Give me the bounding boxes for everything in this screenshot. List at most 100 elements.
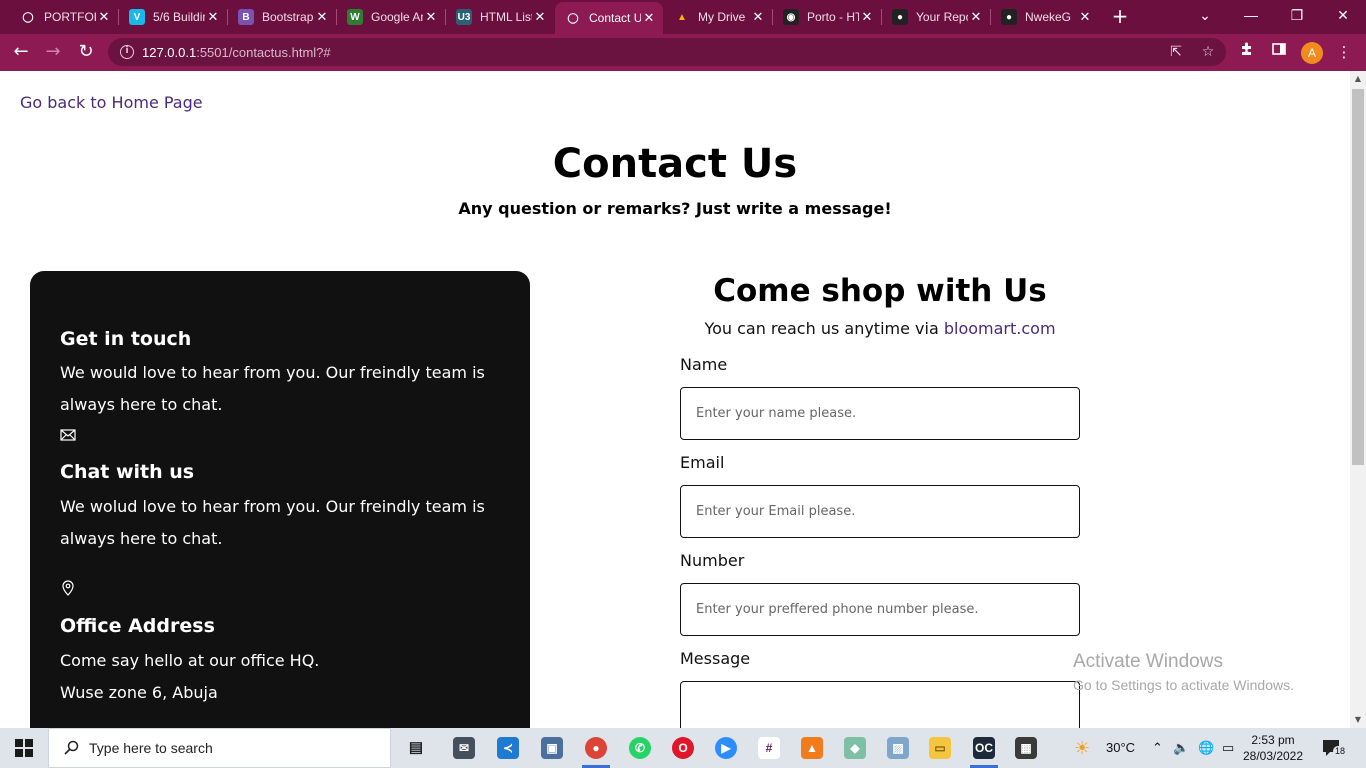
tab-close-icon[interactable]: ✕: [532, 9, 548, 25]
browser-tab[interactable]: ◯ PORTFOLIO✕: [10, 5, 118, 29]
browser-tab[interactable]: U3 HTML Lists✕: [446, 5, 554, 29]
battery-icon[interactable]: ▭: [1222, 728, 1234, 768]
menu-kebab-icon[interactable]: ⋮: [1333, 41, 1355, 63]
tab-close-icon[interactable]: ✕: [423, 9, 439, 25]
maximize-button[interactable]: ❐: [1274, 0, 1320, 30]
bookmark-star-icon[interactable]: ☆: [1197, 41, 1219, 63]
side-panel-icon[interactable]: [1268, 41, 1290, 63]
envelope-icon: [60, 429, 76, 441]
tab-close-icon[interactable]: ✕: [1077, 9, 1093, 25]
notification-center-button[interactable]: 18: [1322, 738, 1348, 758]
tray-chevron-up-icon[interactable]: ⌃: [1152, 728, 1163, 768]
whatsapp-app-button[interactable]: ✆: [622, 732, 658, 764]
tab-title: PORTFOLIO: [44, 10, 96, 24]
chat-heading: Chat with us: [60, 461, 195, 483]
language-globe-icon[interactable]: 🌐: [1198, 728, 1214, 768]
scrollbar-thumb[interactable]: [1352, 89, 1364, 465]
tab-close-icon[interactable]: ✕: [314, 9, 330, 25]
tab-close-icon[interactable]: ✕: [96, 9, 112, 25]
vscode-app-button[interactable]: ≺: [490, 732, 526, 764]
slack-app-button[interactable]: #: [751, 732, 787, 764]
file-explorer-button[interactable]: ▭: [922, 732, 958, 764]
bootstrap-icon: B: [238, 9, 254, 25]
tab-close-icon[interactable]: ✕: [205, 9, 221, 25]
task-view-button[interactable]: ▤: [398, 732, 434, 764]
number-label: Number: [680, 551, 745, 570]
reload-icon[interactable]: ↻: [73, 40, 99, 66]
number-input[interactable]: [680, 583, 1080, 636]
vlc-app-button[interactable]: ▲: [794, 732, 830, 764]
u3-icon: U3: [456, 9, 472, 25]
forward-arrow-icon[interactable]: →: [40, 40, 66, 66]
speaker-icon[interactable]: 🔈: [1173, 728, 1189, 768]
slack-icon: #: [758, 737, 780, 759]
tab-title: Google Analytics: [371, 10, 423, 24]
chrome-app-button[interactable]: ●: [578, 732, 614, 768]
tab-close-icon[interactable]: ✕: [968, 9, 984, 25]
calculator-app-button[interactable]: ▦: [1008, 732, 1044, 764]
tab-title: Bootstrap: [262, 10, 314, 24]
email-input[interactable]: [680, 485, 1080, 538]
office-address-heading: Office Address: [60, 615, 215, 637]
drive-icon: ▲: [677, 11, 687, 23]
address-bar[interactable]: i 127.0.0.1:5501/contactus.html?#: [108, 38, 1226, 66]
page-title: Contact Us: [552, 141, 798, 187]
browser-tab[interactable]: ● Your Repositories✕: [882, 5, 990, 29]
browser-tab[interactable]: B Bootstrap ✕: [228, 5, 336, 29]
site-info-icon[interactable]: i: [120, 45, 134, 59]
browser-tab[interactable]: V 5/6 Building✕: [119, 5, 227, 29]
calculator-icon: ▦: [1015, 737, 1037, 759]
profile-avatar[interactable]: A: [1301, 42, 1323, 64]
share-icon[interactable]: ⇱: [1165, 41, 1187, 63]
browser-tab[interactable]: ◯ Contact Us✕: [555, 2, 663, 34]
search-icon: [64, 740, 79, 755]
mail-app-button[interactable]: ✉: [446, 732, 482, 764]
message-label: Message: [680, 649, 751, 668]
message-textarea[interactable]: [680, 681, 1080, 728]
app-window-button[interactable]: ▨: [880, 732, 916, 764]
back-arrow-icon[interactable]: ←: [8, 40, 34, 66]
gitkraken-app-button[interactable]: ◆: [837, 732, 873, 764]
window-app-icon: ▨: [887, 737, 909, 759]
get-in-touch-text: We would love to hear from you. Our frei…: [60, 363, 485, 414]
tab-title: Contact Us: [589, 11, 641, 25]
office-address-line1: Come say hello at our office HQ.: [60, 651, 320, 670]
scroll-up-arrow-icon[interactable]: ▲: [1350, 71, 1366, 87]
taskbar-clock[interactable]: 2:53 pm 28/03/2022: [1240, 732, 1306, 764]
tab-close-icon[interactable]: ✕: [859, 9, 875, 25]
minimize-button[interactable]: —: [1228, 0, 1274, 30]
browser-tab[interactable]: ▲ My Drive ✕: [664, 5, 772, 29]
weather-icon[interactable]: ☀: [1074, 728, 1090, 768]
zoom-app-button[interactable]: ▶: [708, 732, 744, 764]
bloomart-link[interactable]: bloomart.com: [944, 319, 1056, 338]
oc-app-button[interactable]: OC: [966, 732, 1002, 768]
tab-close-icon[interactable]: ✕: [641, 10, 657, 26]
tab-search-icon[interactable]: ⌄: [1182, 0, 1228, 30]
extensions-puzzle-icon[interactable]: [1236, 41, 1258, 63]
taskbar-search-box[interactable]: Type here to search: [48, 728, 391, 768]
page-scrollbar[interactable]: ▲ ▼: [1350, 71, 1366, 728]
vimeo-icon: V: [129, 9, 145, 25]
tab-title: Your Repositories: [916, 10, 968, 24]
back-home-link[interactable]: Go back to Home Page: [20, 93, 203, 112]
tab-close-icon[interactable]: ✕: [750, 9, 766, 25]
weather-temperature[interactable]: 30°C: [1106, 728, 1135, 768]
page-subtitle: Any question or remarks? Just write a me…: [458, 199, 892, 218]
chat-text: We wolud love to hear from you. Our frei…: [60, 497, 485, 548]
activate-windows-title: Activate Windows: [1073, 651, 1223, 672]
browser-tab[interactable]: W Google Analytics✕: [337, 5, 445, 29]
clock-date: 28/03/2022: [1242, 749, 1304, 763]
tab-separator: [445, 9, 446, 25]
scroll-down-arrow-icon[interactable]: ▼: [1350, 712, 1366, 728]
opera-app-button[interactable]: O: [665, 732, 701, 764]
name-input[interactable]: [680, 387, 1080, 440]
browser-tab[interactable]: ● NwekeG ✕: [991, 5, 1099, 29]
network-app-button[interactable]: ▣: [534, 732, 570, 764]
browser-tab[interactable]: ◉ Porto - HTML✕: [773, 5, 881, 29]
close-window-button[interactable]: ✕: [1320, 0, 1366, 30]
vscode-icon: ≺: [497, 737, 519, 759]
oc-icon: OC: [973, 737, 995, 759]
windows-start-button[interactable]: [0, 728, 48, 768]
windows-logo-icon: [15, 739, 33, 757]
new-tab-button[interactable]: +: [1109, 6, 1131, 28]
